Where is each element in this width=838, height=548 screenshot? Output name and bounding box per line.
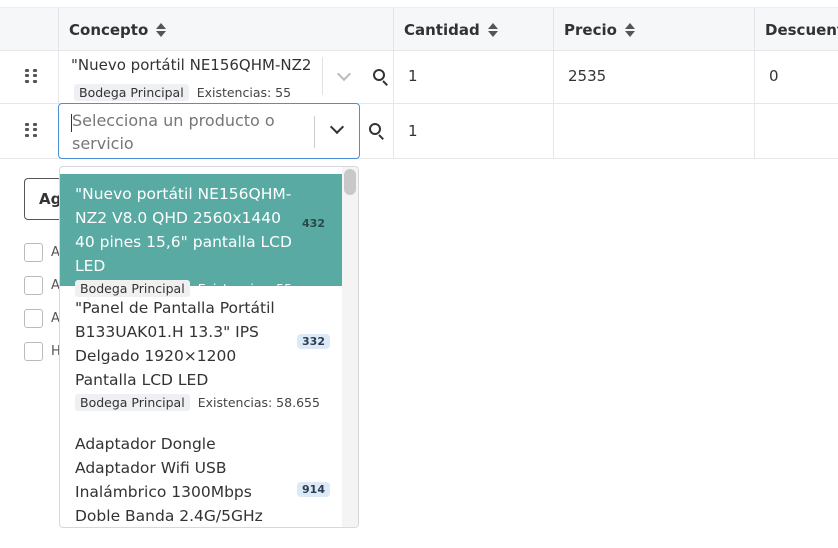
column-header-descuento[interactable]: Descuent [754, 8, 838, 51]
option-title: "Panel de Pantalla Portátil B133UAK01.H … [75, 299, 275, 389]
count-badge: 332 [297, 334, 330, 349]
table-row: "Nuevo portátil NE156QHM-NZ2 Bodega Prin… [0, 51, 838, 104]
warehouse-badge: Bodega Principal [75, 280, 190, 297]
drag-handle-icon[interactable] [25, 69, 37, 83]
product-dropdown: "Nuevo portátil NE156QHM-NZ2 V8.0 QHD 25… [59, 166, 359, 528]
search-icon[interactable] [368, 122, 386, 140]
product-meta: Bodega Principal Existencias: 55 [74, 82, 291, 101]
chevron-down-icon[interactable] [336, 66, 352, 82]
sort-icon[interactable] [487, 22, 498, 37]
quantity-value[interactable]: 1 [408, 122, 418, 140]
product-select[interactable]: Selecciona un producto o servicio [58, 103, 360, 159]
product-select-placeholder: Selecciona un producto o servicio [72, 111, 275, 153]
search-icon[interactable] [372, 68, 390, 86]
column-header-label: Cantidad [404, 20, 480, 39]
option-title: Adaptador Dongle Adaptador Wifi USB Inal… [75, 435, 263, 525]
chevron-down-icon[interactable] [329, 119, 345, 135]
checkbox[interactable] [24, 276, 43, 295]
sort-icon[interactable] [156, 22, 167, 37]
table-header: Concepto Cantidad Precio Descuent [0, 7, 838, 51]
column-header-label: Precio [564, 20, 617, 39]
column-header-label: Descuent [765, 20, 838, 39]
warehouse-badge: Bodega Principal [74, 84, 189, 101]
column-header-concepto[interactable]: Concepto [58, 8, 393, 51]
add-button[interactable]: Ag [24, 178, 64, 220]
dropdown-option[interactable]: "Panel de Pantalla Portátil B133UAK01.H … [60, 296, 344, 416]
warehouse-badge: Bodega Principal [75, 394, 190, 411]
option-meta: Bodega Principal Existencias: 55 [75, 280, 344, 297]
scrollbar[interactable] [342, 167, 358, 527]
count-badge: 432 [297, 216, 330, 231]
count-badge: 914 [297, 482, 330, 497]
stock-label: Existencias: 55 [196, 85, 292, 100]
column-header-precio[interactable]: Precio [553, 8, 754, 51]
price-value[interactable]: 2535 [568, 67, 606, 85]
scrollbar-thumb[interactable] [344, 169, 356, 195]
checkbox[interactable] [24, 309, 43, 328]
sort-icon[interactable] [624, 22, 635, 37]
checkbox[interactable] [24, 243, 43, 262]
add-button-label: Ag [39, 190, 62, 208]
quantity-value[interactable]: 1 [408, 67, 418, 85]
column-header-label: Concepto [69, 20, 149, 39]
dropdown-option[interactable]: "Nuevo portátil NE156QHM-NZ2 V8.0 QHD 25… [60, 174, 344, 297]
option-title: "Nuevo portátil NE156QHM-NZ2 V8.0 QHD 25… [75, 185, 292, 275]
product-name: "Nuevo portátil NE156QHM-NZ2 [71, 56, 312, 74]
checkbox[interactable] [24, 342, 43, 361]
stock-label: Existencias: 58.655 [197, 395, 320, 410]
column-header-cantidad[interactable]: Cantidad [393, 8, 553, 51]
drag-handle-icon[interactable] [25, 123, 37, 137]
stock-label: Existencias: 55 [197, 281, 293, 296]
discount-value[interactable]: 0 [769, 67, 779, 85]
dropdown-option[interactable]: Adaptador Dongle Adaptador Wifi USB Inal… [60, 432, 344, 527]
option-meta: Bodega Principal Existencias: 58.655 [75, 394, 344, 411]
